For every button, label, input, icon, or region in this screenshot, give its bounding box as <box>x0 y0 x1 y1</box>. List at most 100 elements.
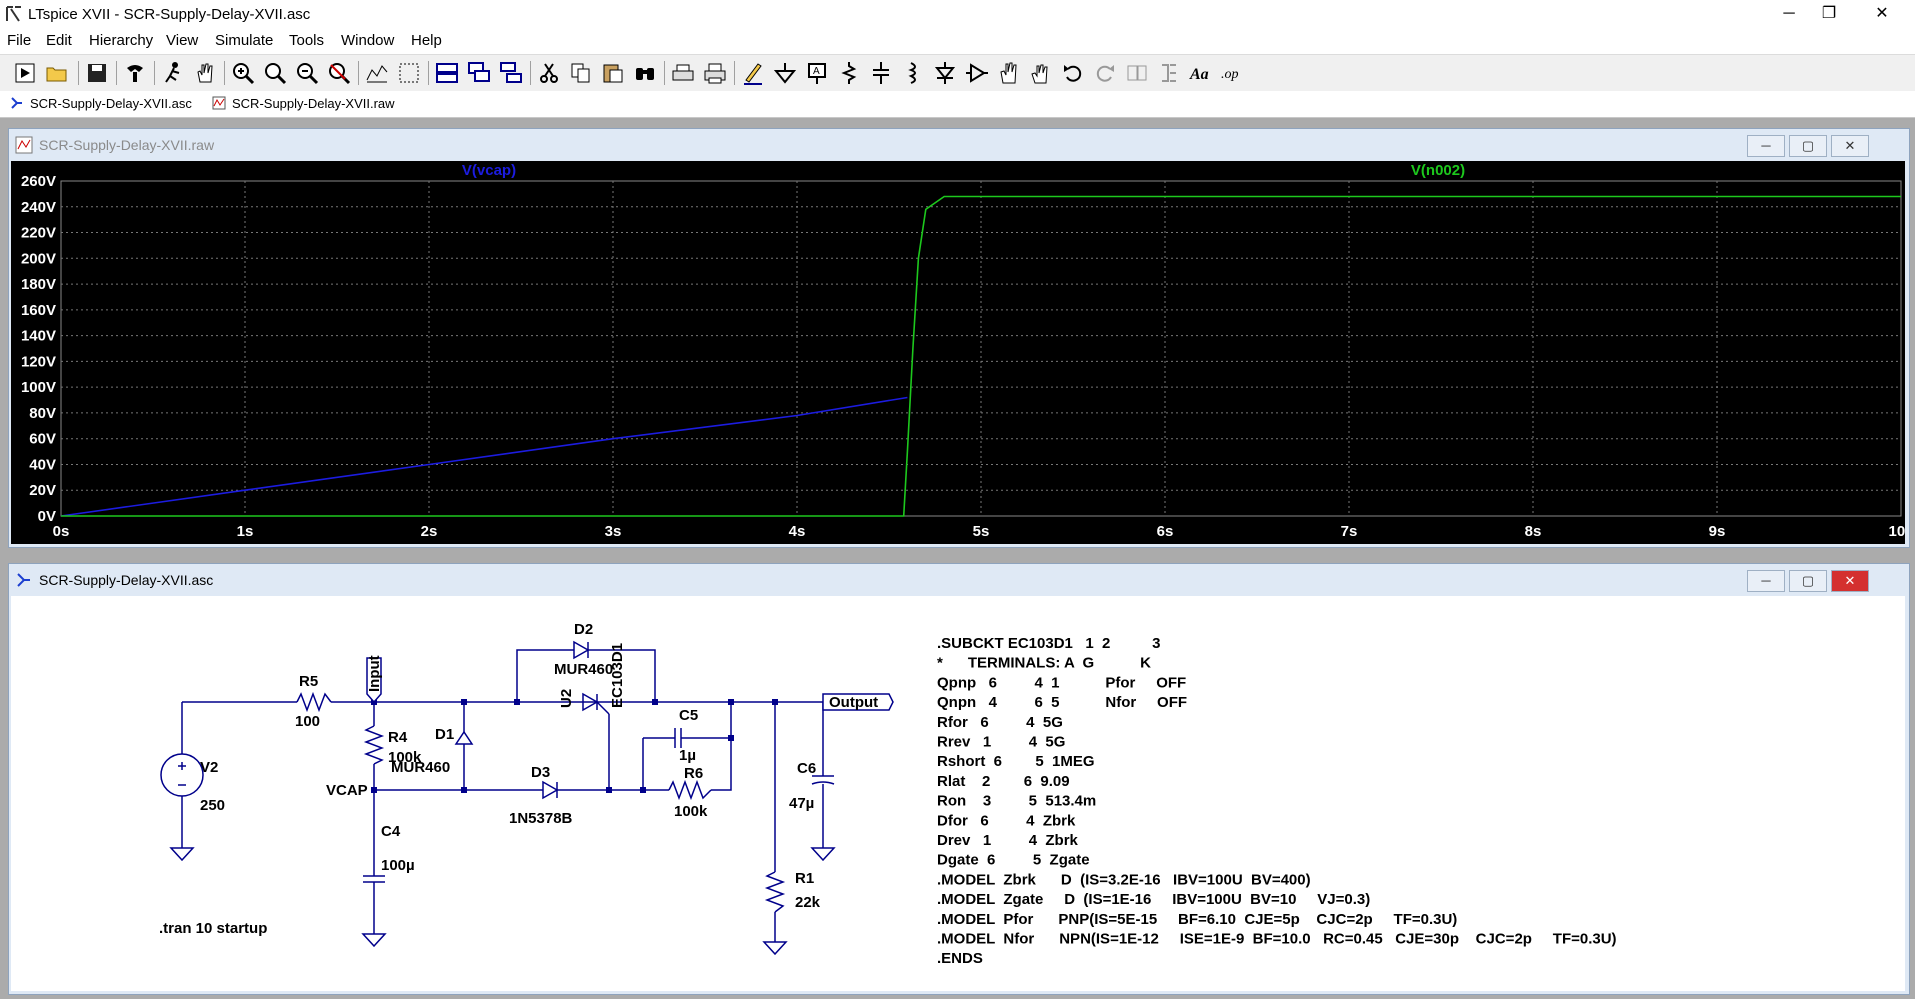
x-tick-label: 9s <box>1709 523 1726 540</box>
d1-label: D1 <box>435 726 454 743</box>
r6-label: R6 <box>684 765 703 782</box>
rotate-icon[interactable] <box>1124 60 1150 86</box>
copy-icon[interactable] <box>568 60 594 86</box>
drag-icon[interactable] <box>1028 60 1054 86</box>
waveform-plot[interactable]: 0s 1s 2s 3s 4s 5s 6s 7s 8s 9s 10s 0V 20V 40V 60V 80V 100… <box>11 161 1905 544</box>
pencil-icon[interactable] <box>740 60 766 86</box>
save-icon[interactable] <box>84 60 110 86</box>
zoom-area-icon[interactable] <box>262 60 288 86</box>
menu-view[interactable]: View <box>166 32 198 49</box>
ground-icon[interactable] <box>772 60 798 86</box>
autorange-icon[interactable] <box>364 60 390 86</box>
r5-value: 100 <box>295 713 320 730</box>
cut-icon[interactable] <box>536 60 562 86</box>
netlist-line: .ENDS <box>937 950 983 967</box>
zoom-out-icon[interactable] <box>294 60 320 86</box>
minimize-button[interactable]: ─ <box>1747 570 1785 592</box>
y-tick-label: 200V <box>21 250 56 267</box>
redo-icon[interactable] <box>1092 60 1118 86</box>
net-label-input: Input <box>366 655 383 692</box>
run-cursor-icon[interactable] <box>160 60 186 86</box>
menu-edit[interactable]: Edit <box>46 32 72 49</box>
x-tick-label: 4s <box>789 523 806 540</box>
spice-directive-icon[interactable]: .op <box>1220 60 1246 86</box>
schematic-icon <box>11 97 22 109</box>
trace-label-vcap[interactable]: V(vcap) <box>462 162 516 179</box>
document-tabs: SCR-Supply-Delay-XVII.asc SCR-Supply-Del… <box>0 91 1915 118</box>
paste-icon[interactable] <box>600 60 626 86</box>
tab-waveform[interactable]: SCR-Supply-Delay-XVII.raw <box>208 93 408 115</box>
netlist-line: Ron 3 5 513.4m <box>937 793 1096 810</box>
u2-label: U2 <box>558 689 575 708</box>
label-icon[interactable]: A <box>804 60 830 86</box>
y-tick-label: 40V <box>29 456 56 473</box>
undo-icon[interactable] <box>1060 60 1086 86</box>
print-icon[interactable] <box>702 60 728 86</box>
component-icon[interactable] <box>964 60 990 86</box>
tab-label: SCR-Supply-Delay-XVII.raw <box>232 96 395 111</box>
close-button[interactable]: ✕ <box>1859 0 1905 30</box>
print-setup-icon[interactable] <box>670 60 696 86</box>
zoom-cancel-icon[interactable] <box>326 60 352 86</box>
menu-hierarchy[interactable]: Hierarchy <box>89 32 153 49</box>
netlist-line: Rshort 6 5 1MEG <box>937 753 1095 770</box>
schematic-window-title: SCR-Supply-Delay-XVII.asc <box>39 572 214 588</box>
close-button[interactable]: ✕ <box>1831 570 1869 592</box>
r4-label: R4 <box>388 729 408 746</box>
pan-icon[interactable] <box>192 60 218 86</box>
schematic-canvas[interactable]: V2 250 R5 100 Input R4 100k D1 MUR460 VC… <box>11 596 1905 991</box>
text-icon[interactable]: Aa <box>1188 60 1214 86</box>
restore-button[interactable]: ▢ <box>1789 570 1827 592</box>
maximize-button[interactable]: ❐ <box>1806 0 1852 30</box>
resistor-icon[interactable] <box>836 60 862 86</box>
title-bar: LTspice XVII - SCR-Supply-Delay-XVII.asc… <box>0 0 1915 30</box>
netlist-line: .MODEL Zgate D (IS=1E-16 IBV=100U BV=10 … <box>937 891 1370 908</box>
y-tick-label: 60V <box>29 431 56 448</box>
waveform-window-title: SCR-Supply-Delay-XVII.raw <box>39 137 215 153</box>
move-icon[interactable] <box>996 60 1022 86</box>
diode-icon[interactable] <box>932 60 958 86</box>
x-tick-label: 5s <box>973 523 990 540</box>
y-tick-label: 240V <box>21 199 56 216</box>
menu-help[interactable]: Help <box>411 32 442 49</box>
toolbar-separator <box>428 61 429 85</box>
netlist-line: .MODEL Zbrk D (IS=3.2E-16 IBV=100U BV=40… <box>937 871 1311 888</box>
cascade-icon[interactable] <box>466 60 492 86</box>
trace-label-n002[interactable]: V(n002) <box>1411 162 1465 179</box>
open-icon[interactable] <box>44 60 70 86</box>
fit-icon[interactable] <box>396 60 422 86</box>
x-tick-label: 8s <box>1525 523 1542 540</box>
toolbar-separator <box>664 61 665 85</box>
y-tick-label: 180V <box>21 276 56 293</box>
net-label-output: Output <box>829 694 878 711</box>
r1-label: R1 <box>795 870 814 887</box>
inductor-icon[interactable] <box>900 60 926 86</box>
y-tick-label: 160V <box>21 302 56 319</box>
tile-horizontal-icon[interactable] <box>434 60 460 86</box>
y-tick-label: 260V <box>21 173 56 190</box>
toolbar-separator <box>358 61 359 85</box>
menu-window[interactable]: Window <box>341 32 394 49</box>
close-button[interactable]: ✕ <box>1831 135 1869 157</box>
y-tick-label: 80V <box>29 405 56 422</box>
tab-schematic[interactable]: SCR-Supply-Delay-XVII.asc <box>6 93 204 115</box>
control-panel-icon[interactable] <box>122 60 148 86</box>
capacitor-icon[interactable] <box>868 60 894 86</box>
v2-value: 250 <box>200 797 225 814</box>
toolbar-separator <box>116 61 117 85</box>
netlist-line: .MODEL Nfor NPN(IS=1E-12 ISE=1E-9 BF=10.… <box>937 931 1617 948</box>
menu-file[interactable]: File <box>7 32 31 49</box>
r1-value: 22k <box>795 894 821 911</box>
menu-simulate[interactable]: Simulate <box>215 32 273 49</box>
netlist-line: .MODEL Pfor PNP(IS=5E-15 BF=6.10 CJE=5p … <box>937 911 1457 928</box>
restore-button[interactable]: ▢ <box>1789 135 1827 157</box>
minimize-button[interactable]: ─ <box>1747 135 1785 157</box>
zoom-in-icon[interactable] <box>230 60 256 86</box>
tile-vertical-icon[interactable] <box>498 60 524 86</box>
d2-label: D2 <box>574 621 593 638</box>
mirror-icon[interactable] <box>1156 60 1182 86</box>
x-tick-label: 3s <box>605 523 622 540</box>
find-icon[interactable] <box>632 60 658 86</box>
run-icon[interactable] <box>12 60 38 86</box>
menu-tools[interactable]: Tools <box>289 32 324 49</box>
